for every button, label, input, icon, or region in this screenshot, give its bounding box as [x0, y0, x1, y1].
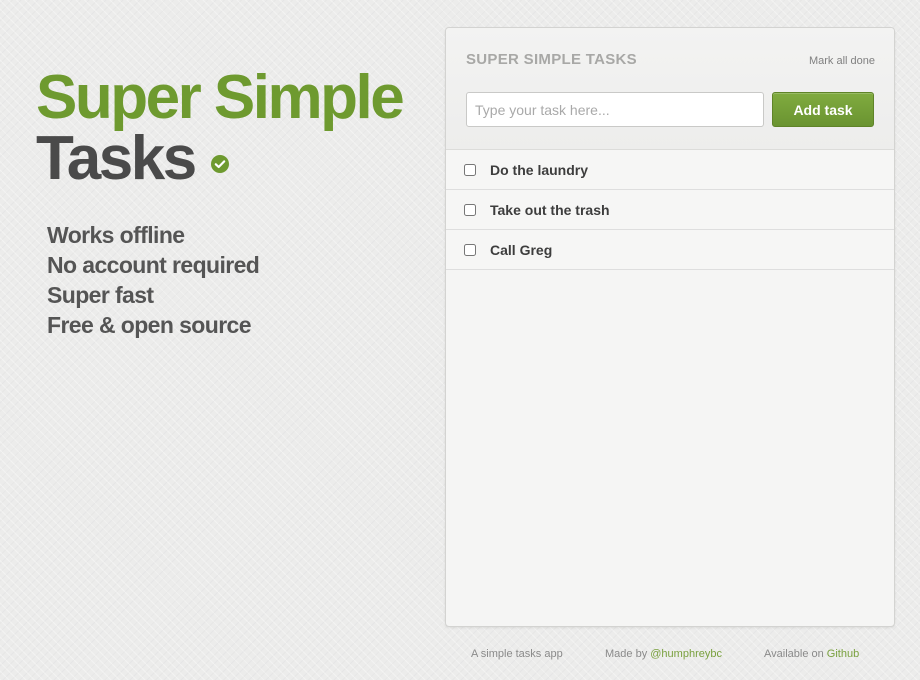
feature-item: Works offline [47, 222, 185, 248]
hero-title-line2-wrap: Tasks [36, 124, 436, 193]
footer-made-by-prefix: Made by [605, 648, 648, 660]
hero-title: Super Simple Tasks [36, 63, 436, 193]
footer: A simple tasks app Made by @humphreybc A… [445, 648, 893, 664]
feature-item: Super fast [47, 282, 154, 308]
task-row[interactable]: Call Greg [446, 230, 894, 270]
hero-title-line1: Super Simple [36, 63, 405, 132]
task-checkbox[interactable] [464, 163, 476, 176]
footer-tagline: A simple tasks app [471, 648, 563, 660]
feature-item: Free & open source [47, 312, 252, 338]
panel-header: SUPER SIMPLE TASKS Mark all done Add tas… [446, 28, 894, 150]
feature-list: Works offline No account required Super … [47, 220, 436, 340]
task-input[interactable] [466, 92, 764, 127]
task-checkbox[interactable] [464, 203, 476, 216]
task-checkbox[interactable] [464, 243, 476, 256]
hero-title-line2: Tasks [36, 124, 197, 193]
footer-made-by: Made by @humphreybc [605, 648, 722, 660]
task-row[interactable]: Take out the trash [446, 190, 894, 230]
panel-title: SUPER SIMPLE TASKS [466, 51, 637, 68]
task-list: Do the laundry Take out the trash Call G… [446, 150, 894, 270]
add-task-button[interactable]: Add task [772, 92, 874, 127]
task-row[interactable]: Do the laundry [446, 150, 894, 190]
task-panel: SUPER SIMPLE TASKS Mark all done Add tas… [445, 27, 895, 627]
footer-available-prefix: Available on [764, 648, 824, 660]
footer-available: Available on Github [764, 648, 859, 660]
github-link[interactable]: Github [827, 648, 859, 660]
hero: Super Simple Tasks Works offline No acco… [36, 66, 436, 340]
task-label: Do the laundry [490, 161, 589, 178]
author-link[interactable]: @humphreybc [650, 648, 722, 660]
mark-all-done-link[interactable]: Mark all done [809, 55, 875, 67]
feature-item: No account required [47, 252, 260, 278]
task-label: Take out the trash [490, 201, 610, 218]
check-circle-icon [210, 155, 229, 173]
task-label: Call Greg [490, 241, 553, 258]
